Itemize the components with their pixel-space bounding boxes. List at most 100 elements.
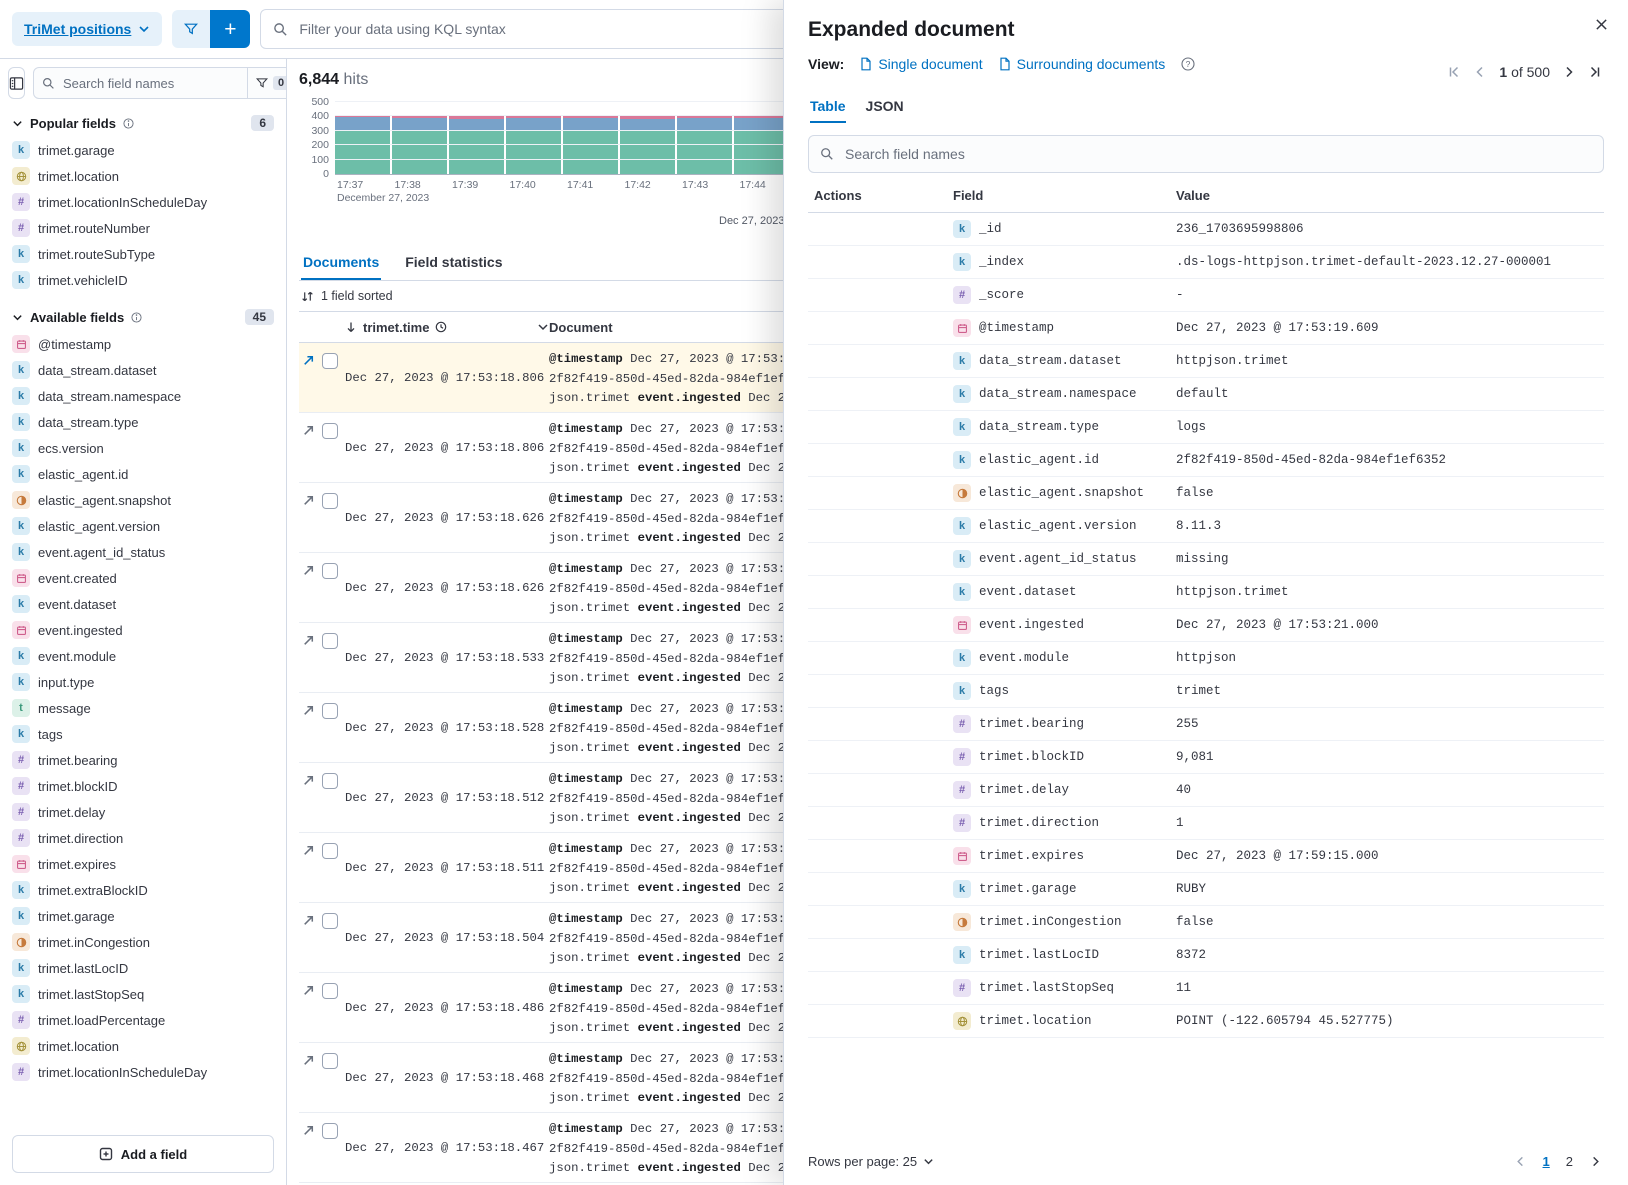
field-name: trimet.vehicleID [38, 273, 128, 288]
select-document-checkbox[interactable] [322, 563, 338, 579]
previous-table-page-button[interactable] [1514, 1155, 1527, 1168]
field-list-item[interactable]: #trimet.loadPercentage [8, 1007, 278, 1033]
field-name: tags [979, 684, 1009, 698]
expand-document-button[interactable] [301, 353, 316, 368]
field-search[interactable]: 0 [33, 67, 287, 99]
data-view-picker[interactable]: TriMet positions [12, 12, 162, 46]
select-document-checkbox[interactable] [322, 913, 338, 929]
keyword-field-icon: k [12, 245, 30, 263]
field-panel-toggle-button[interactable] [8, 67, 25, 99]
field-list-item[interactable]: kdata_stream.dataset [8, 357, 278, 383]
field-list-item[interactable]: trimet.location [8, 163, 278, 189]
field-list-item[interactable]: event.created [8, 565, 278, 591]
column-menu-chevron-icon[interactable] [537, 321, 549, 333]
expand-document-button[interactable] [301, 563, 316, 578]
add-filter-button[interactable]: + [210, 10, 250, 48]
next-table-page-button[interactable] [1589, 1155, 1602, 1168]
next-page-button[interactable] [1562, 65, 1576, 79]
field-list-item[interactable]: #trimet.direction [8, 825, 278, 851]
y-axis-tick-label: 100 [301, 154, 329, 166]
field-list-item[interactable]: kelastic_agent.version [8, 513, 278, 539]
select-document-checkbox[interactable] [322, 983, 338, 999]
close-flyout-button[interactable] [1591, 14, 1612, 35]
previous-page-button[interactable] [1473, 65, 1487, 79]
select-document-checkbox[interactable] [322, 493, 338, 509]
expand-document-button[interactable] [301, 773, 316, 788]
table-page-2-button[interactable]: 2 [1566, 1154, 1573, 1169]
last-page-button[interactable] [1588, 65, 1602, 79]
select-document-checkbox[interactable] [322, 703, 338, 719]
filters-button[interactable] [172, 10, 210, 48]
field-list-item[interactable]: ktrimet.garage [8, 903, 278, 929]
select-document-checkbox[interactable] [322, 773, 338, 789]
field-list-item[interactable]: #trimet.locationInScheduleDay [8, 189, 278, 215]
field-list-item[interactable]: kevent.agent_id_status [8, 539, 278, 565]
expand-document-button[interactable] [301, 423, 316, 438]
field-list-item[interactable]: elastic_agent.snapshot [8, 487, 278, 513]
field-list-item[interactable]: #trimet.blockID [8, 773, 278, 799]
field-list-item[interactable]: event.ingested [8, 617, 278, 643]
expand-document-button[interactable] [301, 1123, 316, 1138]
select-document-checkbox[interactable] [322, 1123, 338, 1139]
first-page-button[interactable] [1447, 65, 1461, 79]
available-fields-header[interactable]: Available fields 45 [8, 309, 278, 325]
field-name: event.created [38, 571, 117, 586]
field-list-item[interactable]: kdata_stream.type [8, 409, 278, 435]
field-list-item[interactable]: kdata_stream.namespace [8, 383, 278, 409]
field-list-item[interactable]: kevent.module [8, 643, 278, 669]
field-list-item[interactable]: trimet.expires [8, 851, 278, 877]
expand-document-button[interactable] [301, 983, 316, 998]
field-list-item[interactable]: @timestamp [8, 331, 278, 357]
field-list-item[interactable]: #trimet.routeNumber [8, 215, 278, 241]
popular-fields-header[interactable]: Popular fields 6 [8, 115, 278, 131]
expand-document-button[interactable] [301, 843, 316, 858]
tab-documents[interactable]: Documents [301, 245, 381, 280]
field-list-item[interactable]: #trimet.locationInScheduleDay [8, 1059, 278, 1085]
flyout-field-search-input[interactable] [843, 145, 1592, 163]
field-list-item[interactable]: ktags [8, 721, 278, 747]
expand-document-button[interactable] [301, 633, 316, 648]
single-document-link[interactable]: Single document [860, 56, 982, 72]
select-document-checkbox[interactable] [322, 353, 338, 369]
field-list-item[interactable]: ktrimet.extraBlockID [8, 877, 278, 903]
field-name-cell: event.ingested [953, 616, 1176, 634]
field-search-input[interactable] [61, 75, 241, 92]
field-list-item[interactable]: trimet.location [8, 1033, 278, 1059]
number-field-icon: # [12, 1011, 30, 1029]
field-list-item[interactable]: tmessage [8, 695, 278, 721]
surrounding-documents-link[interactable]: Surrounding documents [999, 56, 1166, 72]
field-list-item[interactable]: ktrimet.lastStopSeq [8, 981, 278, 1007]
tab-field-statistics[interactable]: Field statistics [403, 245, 504, 280]
expand-document-button[interactable] [301, 1053, 316, 1068]
field-list-item[interactable]: kevent.dataset [8, 591, 278, 617]
select-document-checkbox[interactable] [322, 843, 338, 859]
field-list-item[interactable]: ktrimet.routeSubType [8, 241, 278, 267]
field-name-cell: kevent.module [953, 649, 1176, 667]
field-list-item[interactable]: ktrimet.garage [8, 137, 278, 163]
sorted-fields-button[interactable]: 1 field sorted [301, 289, 393, 303]
field-list-item[interactable]: trimet.inCongestion [8, 929, 278, 955]
flyout-field-search[interactable] [808, 135, 1604, 173]
tab-json[interactable]: JSON [866, 98, 904, 123]
tab-table[interactable]: Table [810, 98, 846, 123]
add-field-button[interactable]: Add a field [12, 1135, 274, 1173]
field-list-item[interactable]: #trimet.bearing [8, 747, 278, 773]
field-list-item[interactable]: #trimet.delay [8, 799, 278, 825]
expand-document-button[interactable] [301, 913, 316, 928]
expand-document-button[interactable] [301, 703, 316, 718]
field-name: elastic_agent.version [979, 519, 1137, 533]
field-list-item[interactable]: kelastic_agent.id [8, 461, 278, 487]
field-list-item[interactable]: kecs.version [8, 435, 278, 461]
field-list-item[interactable]: ktrimet.vehicleID [8, 267, 278, 293]
table-page-1-button[interactable]: 1 [1543, 1154, 1550, 1169]
select-document-checkbox[interactable] [322, 633, 338, 649]
time-column-header[interactable]: trimet.time [345, 320, 549, 335]
expand-document-button[interactable] [301, 493, 316, 508]
select-document-checkbox[interactable] [322, 1053, 338, 1069]
rows-per-page-button[interactable]: Rows per page: 25 [808, 1154, 934, 1169]
field-filter-by-type-button[interactable]: 0 [247, 68, 287, 98]
help-icon[interactable]: ? [1181, 57, 1195, 71]
select-document-checkbox[interactable] [322, 423, 338, 439]
field-list-item[interactable]: kinput.type [8, 669, 278, 695]
field-list-item[interactable]: ktrimet.lastLocID [8, 955, 278, 981]
